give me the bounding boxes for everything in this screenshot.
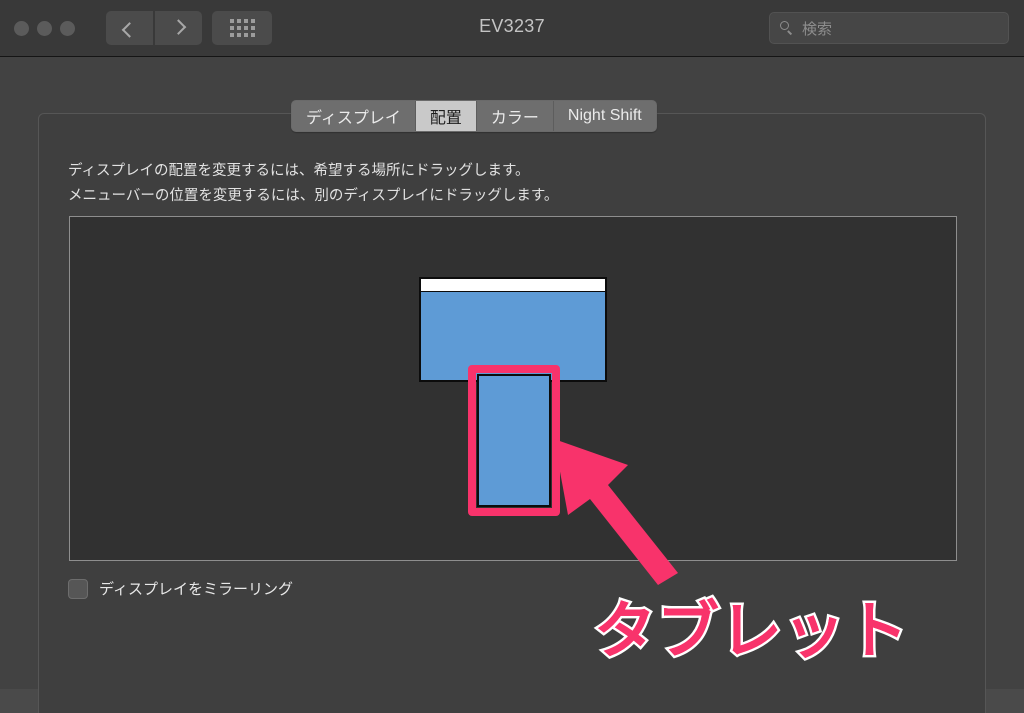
mirror-displays-row[interactable]: ディスプレイをミラーリング [68,578,293,599]
search-placeholder: 検索 [802,20,833,38]
tablet-highlight-box [468,365,560,516]
tab-arrangement[interactable]: 配置 [415,101,477,131]
tab-night-shift[interactable]: Night Shift [553,101,656,131]
search-icon [780,21,794,35]
tab-display[interactable]: ディスプレイ [292,101,416,131]
instructions-text: ディスプレイの配置を変更するには、希望する場所にドラッグします。 メニューバーの… [68,159,558,209]
mirror-displays-label: ディスプレイをミラーリング [99,581,293,598]
annotation-label: タブレット [594,597,910,666]
display-arrangement-canvas[interactable] [69,216,957,561]
instruction-line-1: ディスプレイの配置を変更するには、希望する場所にドラッグします。 [68,163,530,179]
search-input[interactable]: 検索 [769,12,1009,44]
mirror-displays-checkbox[interactable] [68,578,88,599]
window-titlebar: EV3237 検索 [0,0,1024,57]
menu-bar-strip[interactable] [421,279,605,292]
tab-color[interactable]: カラー [476,101,554,131]
tab-bar: ディスプレイ 配置 カラー Night Shift [291,100,657,132]
instruction-line-2: メニューバーの位置を変更するには、別のディスプレイにドラッグします。 [68,188,559,204]
